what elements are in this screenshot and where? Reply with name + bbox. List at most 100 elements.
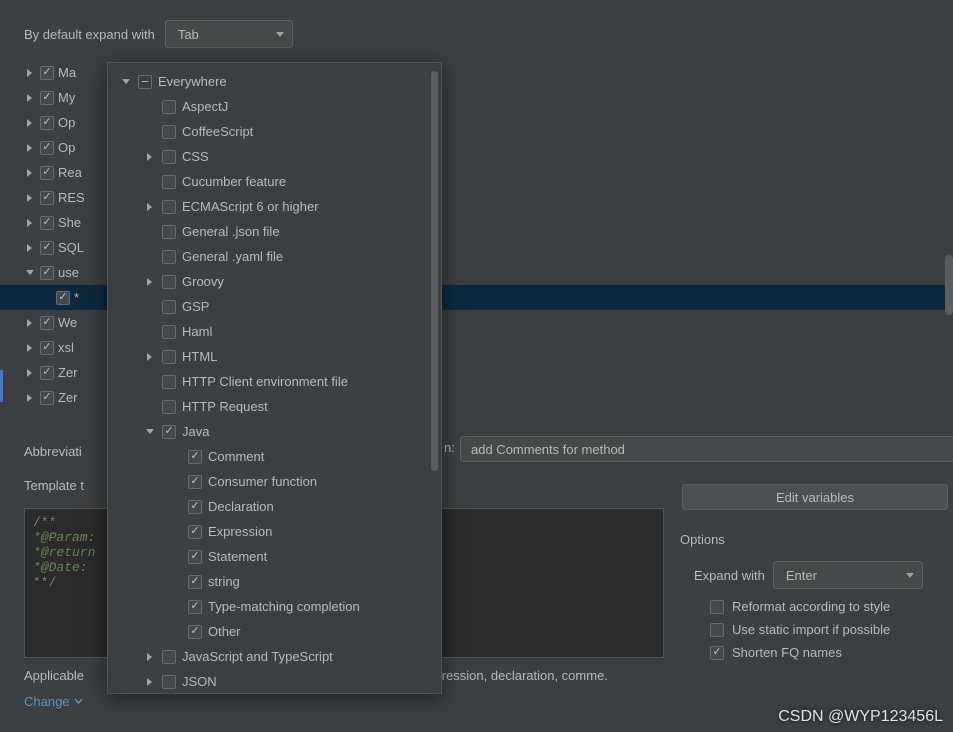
tree-row[interactable]: RES bbox=[24, 185, 104, 210]
context-row[interactable]: Java bbox=[116, 419, 441, 444]
context-row[interactable]: AspectJ bbox=[116, 94, 441, 119]
chevron-right-icon[interactable] bbox=[144, 201, 156, 213]
tree-row[interactable]: SQL bbox=[24, 235, 104, 260]
tree-row[interactable]: We bbox=[24, 310, 104, 335]
chevron-right-icon[interactable] bbox=[144, 351, 156, 363]
tree-checkbox[interactable] bbox=[40, 191, 54, 205]
context-row[interactable]: HTML bbox=[116, 344, 441, 369]
chevron-right-icon[interactable] bbox=[24, 392, 36, 404]
edit-variables-button[interactable]: Edit variables bbox=[682, 484, 948, 510]
chevron-right-icon[interactable] bbox=[24, 192, 36, 204]
context-row[interactable]: General .yaml file bbox=[116, 244, 441, 269]
tree-checkbox[interactable] bbox=[40, 341, 54, 355]
context-checkbox[interactable] bbox=[162, 350, 176, 364]
tree-row[interactable]: Rea bbox=[24, 160, 104, 185]
default-expand-combo[interactable]: Tab bbox=[165, 20, 293, 48]
context-checkbox[interactable] bbox=[162, 125, 176, 139]
templates-tree[interactable]: MaMyOpOpReaRESSheSQLuse*WexslZerZer bbox=[24, 60, 104, 410]
context-row[interactable]: General .json file bbox=[116, 219, 441, 244]
context-row[interactable]: CSS bbox=[116, 144, 441, 169]
chevron-down-icon[interactable] bbox=[24, 267, 36, 279]
context-row[interactable]: JSON bbox=[116, 669, 441, 693]
context-row[interactable]: JavaScript and TypeScript bbox=[116, 644, 441, 669]
tree-row[interactable]: Zer bbox=[24, 385, 104, 410]
context-row[interactable]: string bbox=[116, 569, 441, 594]
context-checkbox[interactable] bbox=[162, 100, 176, 114]
chevron-right-icon[interactable] bbox=[24, 67, 36, 79]
expand-with-combo[interactable]: Enter bbox=[773, 561, 923, 589]
tree-checkbox[interactable] bbox=[40, 241, 54, 255]
tree-checkbox[interactable] bbox=[40, 391, 54, 405]
tree-row[interactable]: Op bbox=[24, 110, 104, 135]
context-row[interactable]: ECMAScript 6 or higher bbox=[116, 194, 441, 219]
chevron-right-icon[interactable] bbox=[144, 151, 156, 163]
context-checkbox[interactable] bbox=[162, 425, 176, 439]
context-checkbox[interactable] bbox=[188, 475, 202, 489]
chevron-right-icon[interactable] bbox=[24, 142, 36, 154]
context-checkbox[interactable] bbox=[188, 550, 202, 564]
context-row[interactable]: Statement bbox=[116, 544, 441, 569]
chevron-right-icon[interactable] bbox=[24, 242, 36, 254]
tree-row[interactable]: She bbox=[24, 210, 104, 235]
context-row[interactable]: Type-matching completion bbox=[116, 594, 441, 619]
chevron-right-icon[interactable] bbox=[24, 367, 36, 379]
tree-checkbox[interactable] bbox=[40, 366, 54, 380]
context-checkbox[interactable] bbox=[162, 275, 176, 289]
chevron-right-icon[interactable] bbox=[24, 217, 36, 229]
context-type-popup[interactable]: EverywhereAspectJCoffeeScriptCSSCucumber… bbox=[107, 62, 442, 694]
context-checkbox[interactable] bbox=[188, 600, 202, 614]
scrollbar-thumb[interactable] bbox=[945, 255, 953, 315]
chevron-right-icon[interactable] bbox=[144, 676, 156, 688]
tree-row[interactable]: use bbox=[24, 260, 104, 285]
context-checkbox[interactable] bbox=[188, 500, 202, 514]
chevron-right-icon[interactable] bbox=[144, 651, 156, 663]
context-checkbox[interactable] bbox=[162, 200, 176, 214]
shorten-fq-checkbox[interactable] bbox=[710, 646, 724, 660]
context-checkbox[interactable] bbox=[162, 375, 176, 389]
tree-checkbox[interactable] bbox=[40, 166, 54, 180]
context-row[interactable]: HTTP Request bbox=[116, 394, 441, 419]
context-checkbox[interactable] bbox=[162, 150, 176, 164]
context-row[interactable]: Comment bbox=[116, 444, 441, 469]
context-checkbox[interactable] bbox=[188, 525, 202, 539]
context-row[interactable]: CoffeeScript bbox=[116, 119, 441, 144]
chevron-right-icon[interactable] bbox=[24, 317, 36, 329]
context-checkbox[interactable] bbox=[162, 400, 176, 414]
context-checkbox[interactable] bbox=[162, 175, 176, 189]
context-checkbox[interactable] bbox=[162, 325, 176, 339]
tree-checkbox[interactable] bbox=[40, 91, 54, 105]
context-row[interactable]: Expression bbox=[116, 519, 441, 544]
tree-checkbox[interactable] bbox=[40, 66, 54, 80]
context-row[interactable]: Haml bbox=[116, 319, 441, 344]
context-checkbox[interactable] bbox=[162, 650, 176, 664]
context-row[interactable]: Everywhere bbox=[116, 69, 441, 94]
tree-row[interactable]: Op bbox=[24, 135, 104, 160]
tree-checkbox[interactable] bbox=[40, 141, 54, 155]
context-row[interactable]: Other bbox=[116, 619, 441, 644]
tree-checkbox[interactable] bbox=[40, 316, 54, 330]
context-row[interactable]: Declaration bbox=[116, 494, 441, 519]
tree-checkbox[interactable] bbox=[56, 291, 70, 305]
context-row[interactable]: Cucumber feature bbox=[116, 169, 441, 194]
scrollbar-thumb[interactable] bbox=[431, 71, 438, 471]
chevron-right-icon[interactable] bbox=[24, 92, 36, 104]
chevron-down-icon[interactable] bbox=[144, 426, 156, 438]
context-row[interactable]: GSP bbox=[116, 294, 441, 319]
chevron-right-icon[interactable] bbox=[144, 276, 156, 288]
context-checkbox[interactable] bbox=[188, 625, 202, 639]
tree-row[interactable]: My bbox=[24, 85, 104, 110]
context-row[interactable]: HTTP Client environment file bbox=[116, 369, 441, 394]
context-checkbox[interactable] bbox=[162, 250, 176, 264]
context-row[interactable]: Groovy bbox=[116, 269, 441, 294]
static-import-checkbox[interactable] bbox=[710, 623, 724, 637]
context-checkbox[interactable] bbox=[162, 225, 176, 239]
tree-row[interactable]: Zer bbox=[24, 360, 104, 385]
chevron-right-icon[interactable] bbox=[24, 342, 36, 354]
context-checkbox[interactable] bbox=[162, 675, 176, 689]
chevron-down-icon[interactable] bbox=[120, 76, 132, 88]
tree-checkbox[interactable] bbox=[40, 216, 54, 230]
context-checkbox[interactable] bbox=[188, 575, 202, 589]
context-checkbox[interactable] bbox=[188, 450, 202, 464]
tree-row[interactable]: xsl bbox=[24, 335, 104, 360]
chevron-right-icon[interactable] bbox=[24, 167, 36, 179]
